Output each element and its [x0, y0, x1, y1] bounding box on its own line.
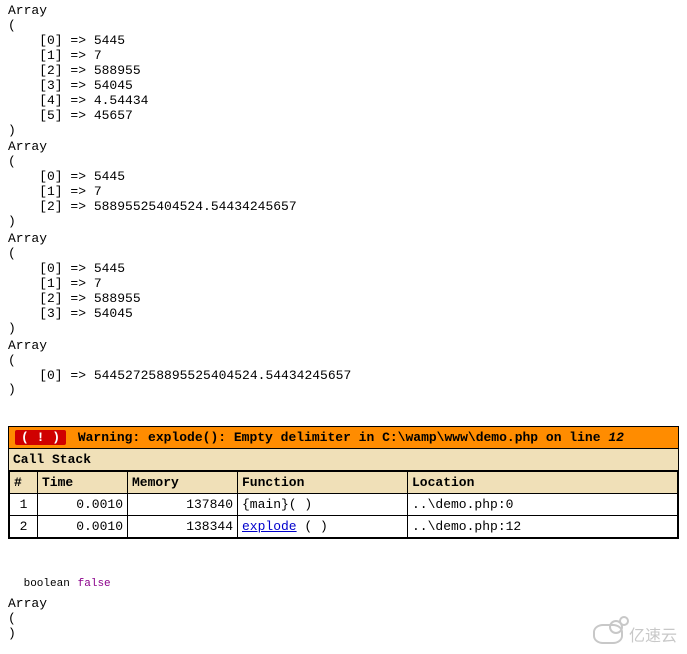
header-location: Location — [408, 472, 678, 494]
frame-time: 0.0010 — [38, 494, 128, 516]
function-doc-link[interactable]: explode — [242, 519, 297, 534]
frame-memory: 137840 — [128, 494, 238, 516]
php-print-r-output: Array ( [0] => 5445 [1] => 7 [2] => 5889… — [8, 4, 679, 398]
cloud-icon — [593, 624, 623, 644]
header-memory: Memory — [128, 472, 238, 494]
frame-num: 2 — [10, 516, 38, 538]
callstack-header-row: # Time Memory Function Location — [10, 472, 678, 494]
warning-line-number: 12 — [608, 430, 624, 445]
header-num: # — [10, 472, 38, 494]
watermark: 亿速云 — [593, 622, 677, 646]
header-function: Function — [238, 472, 408, 494]
xdebug-error-box: ( ! ) Warning: explode(): Empty delimite… — [8, 426, 679, 539]
warning-icon: ( ! ) — [15, 430, 66, 445]
php-print-r-tail: Array ( ) — [8, 597, 679, 642]
frame-function: explode ( ) — [238, 516, 408, 538]
array-dump: Array ( [0] => 5445 [1] => 7 [2] => 5889… — [8, 4, 679, 138]
array-dump: Array ( [0] => 5445 [1] => 7 [2] => 5889… — [8, 140, 679, 230]
frame-num: 1 — [10, 494, 38, 516]
array-dump: Array ( [0] => 5445 [1] => 7 [2] => 5889… — [8, 232, 679, 337]
warning-message: Warning: explode(): Empty delimiter in C… — [78, 430, 609, 445]
callstack-row: 20.0010138344explode ( )..\demo.php:12 — [10, 516, 678, 538]
callstack-row: 10.0010137840{main}( )..\demo.php:0 — [10, 494, 678, 516]
header-time: Time — [38, 472, 128, 494]
frame-time: 0.0010 — [38, 516, 128, 538]
var-dump-result: boolean false — [8, 561, 679, 591]
var-type-label: boolean — [24, 578, 70, 590]
callstack-table: # Time Memory Function Location 10.00101… — [9, 471, 678, 538]
frame-location: ..\demo.php:12 — [408, 516, 678, 538]
xdebug-warning-header: ( ! ) Warning: explode(): Empty delimite… — [9, 427, 678, 449]
frame-function: {main}( ) — [238, 494, 408, 516]
var-value: false — [78, 578, 111, 590]
watermark-text: 亿速云 — [629, 622, 677, 646]
frame-memory: 138344 — [128, 516, 238, 538]
callstack-title: Call Stack — [9, 449, 678, 471]
array-dump: Array ( [0] => 544527258895525404524.544… — [8, 339, 679, 399]
frame-location: ..\demo.php:0 — [408, 494, 678, 516]
